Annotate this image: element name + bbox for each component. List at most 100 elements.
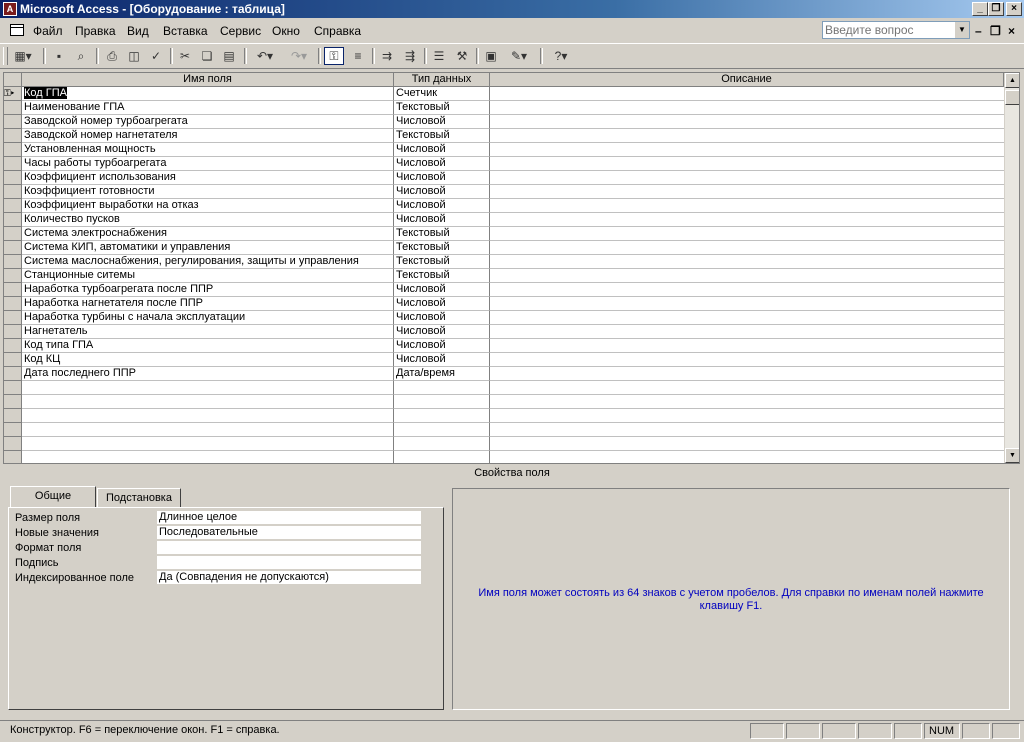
table-row[interactable]: Заводской номер нагнетателя Текстовый	[4, 129, 1004, 143]
vertical-scrollbar[interactable]: ▲ ▼	[1004, 73, 1019, 463]
row-selector[interactable]: ⚿▸	[4, 87, 22, 101]
menu-view[interactable]: Вид	[127, 24, 149, 38]
table-row[interactable]: Часы работы турбоагрегата Числовой	[4, 157, 1004, 171]
help-icon[interactable]: ?▾	[546, 47, 576, 65]
data-type-cell[interactable]: Числовой	[394, 143, 490, 157]
column-header-field-name[interactable]: Имя поля	[22, 73, 394, 87]
field-name-cell[interactable]: Количество пусков	[22, 213, 394, 227]
ask-question-box[interactable]: ▼	[822, 21, 970, 39]
table-row[interactable]: Код типа ГПА Числовой	[4, 339, 1004, 353]
field-name-cell[interactable]	[22, 409, 394, 423]
row-selector[interactable]	[4, 437, 22, 451]
table-row[interactable]: Наработка турбоагрегата после ППР Числово…	[4, 283, 1004, 297]
description-cell[interactable]	[490, 381, 1004, 395]
view-icon[interactable]: ▦▾	[9, 47, 37, 65]
row-selector[interactable]	[4, 381, 22, 395]
indexed-input[interactable]: Да (Совпадения не допускаются)	[157, 571, 421, 585]
field-name-cell[interactable]: Коэффициент выработки на отказ	[22, 199, 394, 213]
table-row[interactable]: Код КЦ Числовой	[4, 353, 1004, 367]
field-name-cell[interactable]: Наименование ГПА	[22, 101, 394, 115]
row-selector[interactable]	[4, 283, 22, 297]
field-size-input[interactable]: Длинное целое	[157, 511, 421, 525]
menu-window[interactable]: Окно	[272, 24, 300, 38]
description-cell[interactable]	[490, 367, 1004, 381]
table-row[interactable]: Система маслоснабжения, регулирования, з…	[4, 255, 1004, 269]
cut-icon[interactable]: ✂	[175, 47, 195, 65]
field-name-cell[interactable]: Система электроснабжения	[22, 227, 394, 241]
print-preview-icon[interactable]: ◫	[124, 47, 144, 65]
field-name-cell[interactable]	[22, 437, 394, 451]
description-cell[interactable]	[490, 409, 1004, 423]
description-cell[interactable]	[490, 255, 1004, 269]
new-values-input[interactable]: Последовательные	[157, 526, 421, 540]
table-row[interactable]: Дата последнего ППР Дата/время	[4, 367, 1004, 381]
description-cell[interactable]	[490, 87, 1004, 101]
data-type-cell[interactable]: Числовой	[394, 157, 490, 171]
row-selector[interactable]	[4, 339, 22, 353]
row-selector[interactable]	[4, 241, 22, 255]
description-cell[interactable]	[490, 157, 1004, 171]
table-row[interactable]	[4, 437, 1004, 451]
field-name-cell[interactable]	[22, 451, 394, 463]
description-cell[interactable]	[490, 353, 1004, 367]
table-row[interactable]: Коэффициент готовности Числовой	[4, 185, 1004, 199]
field-name-cell[interactable]: Дата последнего ППР	[22, 367, 394, 381]
copy-icon[interactable]: ❏	[197, 47, 217, 65]
field-name-cell[interactable]: Станционные ситемы	[22, 269, 394, 283]
print-icon[interactable]: ⎙	[102, 47, 122, 65]
row-selector[interactable]	[4, 171, 22, 185]
data-type-cell[interactable]: Числовой	[394, 213, 490, 227]
save-icon[interactable]: ▪	[49, 47, 69, 65]
paste-icon[interactable]: ▤	[219, 47, 239, 65]
field-name-cell[interactable]: Заводской номер нагнетателя	[22, 129, 394, 143]
doc-minimize-button[interactable]: –	[975, 24, 982, 38]
restore-button[interactable]: ❐	[988, 2, 1004, 16]
row-selector[interactable]	[4, 269, 22, 283]
tab-lookup[interactable]: Подстановка	[97, 488, 181, 508]
new-object-icon[interactable]: ✎▾	[504, 47, 534, 65]
menu-help[interactable]: Справка	[314, 24, 361, 38]
search-icon[interactable]: ⌕	[71, 47, 91, 65]
table-row[interactable]	[4, 423, 1004, 437]
description-cell[interactable]	[490, 311, 1004, 325]
field-name-cell[interactable]: Код КЦ	[22, 353, 394, 367]
menu-file[interactable]: Файл	[33, 24, 63, 38]
description-cell[interactable]	[490, 213, 1004, 227]
description-cell[interactable]	[490, 185, 1004, 199]
row-selector[interactable]	[4, 409, 22, 423]
scroll-up-icon[interactable]: ▲	[1005, 73, 1019, 88]
table-row[interactable]: Нагнетатель Числовой	[4, 325, 1004, 339]
data-type-cell[interactable]: Текстовый	[394, 241, 490, 255]
data-type-cell[interactable]	[394, 437, 490, 451]
table-row[interactable]: Наименование ГПА Текстовый	[4, 101, 1004, 115]
description-cell[interactable]	[490, 171, 1004, 185]
row-selector[interactable]	[4, 101, 22, 115]
row-selector[interactable]	[4, 213, 22, 227]
column-header-data-type[interactable]: Тип данных	[394, 73, 490, 87]
data-type-cell[interactable]: Числовой	[394, 199, 490, 213]
table-row[interactable]: Система электроснабжения Текстовый	[4, 227, 1004, 241]
row-selector[interactable]	[4, 129, 22, 143]
table-row[interactable]: Количество пусков Числовой	[4, 213, 1004, 227]
scroll-thumb[interactable]	[1005, 90, 1019, 105]
table-row[interactable]: Заводской номер турбоагрегата Числовой	[4, 115, 1004, 129]
field-name-cell[interactable]: Нагнетатель	[22, 325, 394, 339]
delete-rows-icon[interactable]: ⇶	[400, 47, 420, 65]
data-type-cell[interactable]	[394, 409, 490, 423]
spelling-icon[interactable]: ✓	[146, 47, 166, 65]
menu-tools[interactable]: Сервис	[220, 24, 261, 38]
insert-rows-icon[interactable]: ⇉	[377, 47, 397, 65]
field-name-cell[interactable]: Часы работы турбоагрегата	[22, 157, 394, 171]
toolbar-grip[interactable]	[3, 47, 8, 65]
row-selector[interactable]	[4, 451, 22, 463]
menu-edit[interactable]: Правка	[75, 24, 116, 38]
data-type-cell[interactable]	[394, 451, 490, 463]
description-cell[interactable]	[490, 241, 1004, 255]
row-selector[interactable]	[4, 353, 22, 367]
format-input[interactable]	[157, 541, 421, 555]
data-type-cell[interactable]	[394, 395, 490, 409]
table-row[interactable]: ⚿▸ Код ГПА Счетчик	[4, 87, 1004, 101]
field-name-cell[interactable]: Наработка турбоагрегата после ППР	[22, 283, 394, 297]
data-type-cell[interactable]: Числовой	[394, 171, 490, 185]
row-selector[interactable]	[4, 325, 22, 339]
